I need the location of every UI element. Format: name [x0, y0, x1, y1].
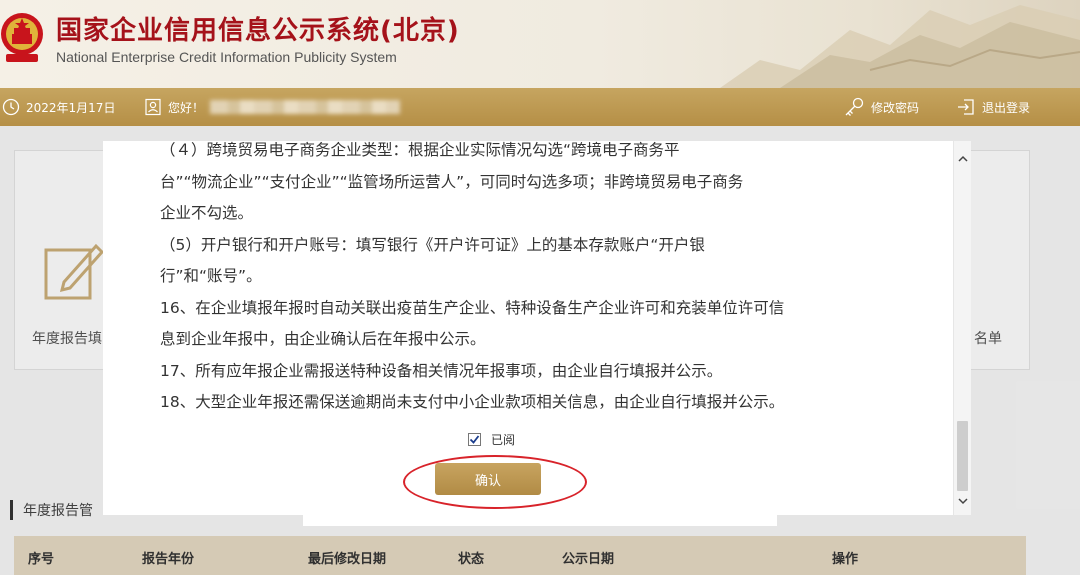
national-emblem-icon — [1, 13, 43, 62]
top-toolbar: 2022年1月17日 您好！ 修改密码 退出登录 — [0, 88, 1080, 126]
notice-modal: （４）跨境贸易电子商务企业类型：根据企业实际情况勾选“跨境电子商务平 台”“物流… — [103, 141, 971, 515]
header-banner: 国家企业信用信息公示系统(北京) National Enterprise Cre… — [0, 0, 1080, 88]
read-label: 已阅 — [491, 433, 516, 447]
user-card-icon — [145, 98, 161, 116]
clock-icon — [2, 98, 20, 116]
change-password-label: 修改密码 — [871, 100, 920, 115]
user-greeting: 您好！ — [144, 88, 401, 126]
checkmark-icon — [469, 435, 480, 444]
notice-line: 企业不勾选。 — [160, 204, 254, 222]
notice-line: 18、大型企业年报还需保送逾期尚未支付中小企业款项相关信息，由企业自行填报并公示… — [160, 393, 785, 411]
notice-line: 台”“物流企业”“支付企业”“监管场所运营人”，可同时勾选多项；非跨境贸易电子商… — [160, 172, 744, 191]
notice-line: 息到企业年报中，由企业确认后在年报中公示。 — [160, 330, 486, 348]
key-icon — [845, 97, 864, 116]
confirm-button[interactable]: 确认 — [435, 463, 541, 495]
logout-link[interactable]: 退出登录 — [956, 88, 1030, 126]
read-checkbox[interactable] — [468, 433, 481, 446]
date-display: 2022年1月17日 — [2, 88, 115, 126]
notice-line: 16、在企业填报年报时自动关联出疫苗生产企业、特种设备生产企业许可和充装单位许可… — [160, 298, 785, 317]
notice-line: 行”和“账号”。 — [160, 267, 262, 285]
great-wall-illustration — [720, 5, 1080, 88]
read-confirm-row: 已阅 — [468, 431, 515, 448]
logout-label: 退出登录 — [982, 100, 1031, 115]
notice-line: （４）跨境贸易电子商务企业类型：根据企业实际情况勾选“跨境电子商务平 — [160, 141, 680, 159]
site-title: 国家企业信用信息公示系统(北京) — [56, 16, 460, 46]
modal-footer-strip — [303, 514, 777, 526]
greeting-text: 您好！ — [168, 100, 205, 115]
redacted-username — [210, 100, 401, 114]
site-subtitle: National Enterprise Credit Information P… — [56, 49, 397, 65]
notice-line: （5）开户银行和开户账号：填写银行《开户许可证》上的基本存款账户“开户银 — [160, 235, 705, 254]
date-text: 2022年1月17日 — [26, 100, 116, 115]
change-password-link[interactable]: 修改密码 — [843, 88, 919, 126]
modal-scrollbar[interactable] — [953, 141, 971, 515]
scroll-up-arrow-icon[interactable] — [954, 149, 971, 169]
scroll-down-arrow-icon[interactable] — [954, 491, 971, 511]
notice-content: （４）跨境贸易电子商务企业类型：根据企业实际情况勾选“跨境电子商务平 台”“物流… — [160, 141, 920, 419]
scroll-thumb[interactable] — [957, 421, 968, 491]
logout-icon — [958, 99, 974, 115]
notice-line: 17、所有应年报企业需报送特种设备相关情况年报事项，由企业自行填报并公示。 — [160, 361, 723, 380]
